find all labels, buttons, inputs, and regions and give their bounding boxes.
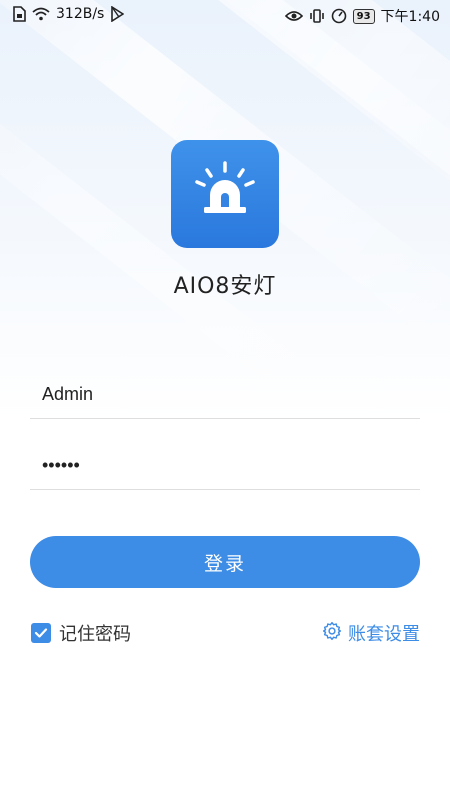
eye-icon [284,10,303,22]
status-bar: 312B/s 93 下午1:40 [0,0,450,30]
username-field[interactable] [30,370,420,419]
network-speed: 312B/s [56,6,105,22]
battery-icon: 93 [352,8,375,24]
password-field[interactable] [30,441,420,490]
password-input[interactable] [30,441,420,489]
alarm-beacon-icon [190,157,260,231]
wifi-icon [32,7,50,21]
account-settings-link[interactable]: 账套设置 [322,620,420,646]
account-settings-label: 账套设置 [348,624,420,645]
login-button[interactable]: 登录 [30,536,420,588]
battery-level: 93 [356,10,371,22]
vibrate-icon [309,8,325,24]
sim-icon [12,6,26,22]
play-store-icon [110,6,125,22]
remember-password-checkbox[interactable] [31,623,51,643]
username-input[interactable] [30,370,420,418]
remember-password-label: 记住密码 [59,624,131,645]
app-name: AIO8安灯 [173,274,277,299]
remember-password[interactable]: 记住密码 [31,620,131,646]
clock: 下午1:40 [380,9,440,25]
app-logo [171,140,279,248]
checkmark-icon [34,628,48,638]
speedometer-icon [331,8,347,24]
gear-icon [322,621,342,646]
login-button-label: 登录 [203,552,246,575]
